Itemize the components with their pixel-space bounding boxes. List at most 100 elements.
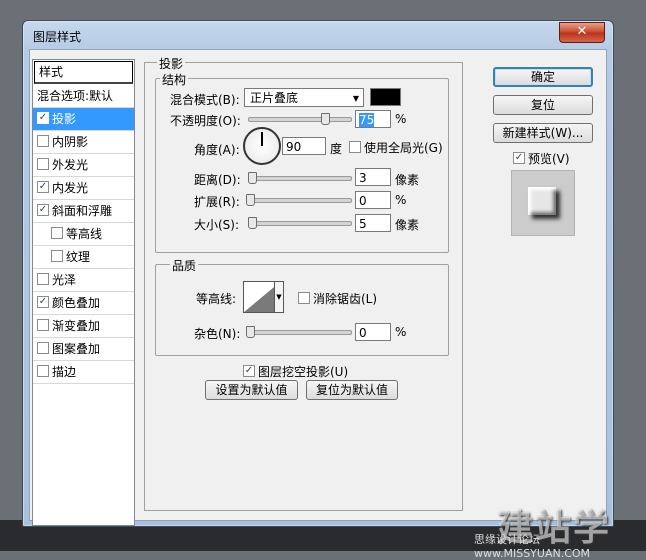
styles-list-header[interactable]: 样式 <box>34 61 133 84</box>
global-light-option[interactable]: 使用全局光(G) <box>349 139 443 156</box>
distance-slider-track[interactable] <box>248 176 352 181</box>
styles-list-item-label: 图案叠加 <box>52 342 101 356</box>
styles-list-item-label: 描边 <box>52 365 77 379</box>
style-preview-thumbnail <box>511 170 575 236</box>
knockout-option[interactable]: 图层挖空投影(U) <box>243 363 348 380</box>
style-checkbox[interactable] <box>37 135 49 147</box>
size-input[interactable]: 5 <box>355 214 391 232</box>
new-style-button[interactable]: 新建样式(W)... <box>493 123 593 143</box>
structure-title: 结构 <box>160 71 189 88</box>
preview-label: 预览(V) <box>528 152 570 166</box>
styles-list-item[interactable]: 投影 <box>33 108 134 131</box>
reset-button[interactable]: 复位 <box>493 95 593 115</box>
anti-alias-option[interactable]: 消除锯齿(L) <box>298 290 377 307</box>
preview-option[interactable]: 预览(V) <box>513 150 570 167</box>
angle-label: 角度(A): <box>194 143 240 157</box>
styles-list-item[interactable]: 纹理 <box>33 246 134 269</box>
noise-input[interactable]: 0 <box>355 323 391 341</box>
make-default-button[interactable]: 设置为默认值 <box>205 380 298 400</box>
ok-button[interactable]: 确定 <box>493 67 593 87</box>
chevron-down-icon: ▼ <box>352 94 359 103</box>
anti-alias-checkbox[interactable] <box>298 292 310 304</box>
blend-mode-value: 正片叠底 <box>250 91 299 105</box>
style-checkbox[interactable] <box>37 342 49 354</box>
distance-input[interactable]: 3 <box>355 168 391 186</box>
reset-default-button[interactable]: 复位为默认值 <box>306 380 398 400</box>
styles-list-items: 混合选项:默认投影内阴影外发光内发光斜面和浮雕等高线纹理光泽颜色叠加渐变叠加图案… <box>33 85 134 384</box>
style-checkbox[interactable] <box>37 296 49 308</box>
size-label: 大小(S): <box>194 218 240 232</box>
styles-list-item-label: 内发光 <box>52 181 89 195</box>
size-slider-track[interactable] <box>248 221 352 226</box>
quality-title: 品质 <box>170 257 199 274</box>
styles-list-item[interactable]: 等高线 <box>33 223 134 246</box>
global-light-label: 使用全局光(G) <box>364 141 443 155</box>
styles-list-item-label: 混合选项:默认 <box>37 89 114 103</box>
styles-list-item-label: 外发光 <box>52 158 89 172</box>
styles-list-item[interactable]: 内发光 <box>33 177 134 200</box>
styles-list-item[interactable]: 斜面和浮雕 <box>33 200 134 223</box>
drop-shadow-panel: 投影 结构 混合模式(B): 正片叠底 ▼ 不透明度(O): 75 % 角度(A… <box>144 55 463 511</box>
styles-list-item[interactable]: 外发光 <box>33 154 134 177</box>
spread-slider-track[interactable] <box>248 198 352 203</box>
spread-input[interactable]: 0 <box>355 191 391 209</box>
blend-mode-select[interactable]: 正片叠底 ▼ <box>244 88 364 107</box>
styles-list-item-label: 纹理 <box>66 250 91 264</box>
opacity-label: 不透明度(O): <box>170 114 241 128</box>
styles-list-item-label: 颜色叠加 <box>52 296 101 310</box>
shadow-color-swatch[interactable] <box>370 88 401 106</box>
styles-list-item-label: 等高线 <box>66 227 103 241</box>
angle-input[interactable]: 90 <box>282 137 326 155</box>
opacity-input[interactable]: 75 <box>355 110 391 128</box>
style-checkbox[interactable] <box>37 365 49 377</box>
distance-slider-handle[interactable] <box>248 172 257 184</box>
style-checkbox[interactable] <box>37 112 49 124</box>
styles-list-item-label: 投影 <box>52 112 77 126</box>
preview-checkbox[interactable] <box>513 152 525 164</box>
style-checkbox[interactable] <box>51 227 63 239</box>
opacity-unit: % <box>395 112 407 126</box>
distance-label: 距离(D): <box>194 173 241 187</box>
contour-dropdown-arrow[interactable]: ▼ <box>274 281 284 313</box>
style-checkbox[interactable] <box>37 158 49 170</box>
styles-list-item-label: 内阴影 <box>52 135 89 149</box>
styles-list-item[interactable]: 内阴影 <box>33 131 134 154</box>
styles-list: 样式 混合选项:默认投影内阴影外发光内发光斜面和浮雕等高线纹理光泽颜色叠加渐变叠… <box>32 59 135 526</box>
styles-list-item[interactable]: 颜色叠加 <box>33 292 134 315</box>
knockout-label: 图层挖空投影(U) <box>258 365 349 379</box>
preview-square <box>528 187 556 215</box>
style-checkbox[interactable] <box>37 181 49 193</box>
opacity-slider-handle[interactable] <box>320 113 330 125</box>
styles-list-item[interactable]: 描边 <box>33 361 134 384</box>
distance-unit: 像素 <box>395 173 420 187</box>
quality-group: 品质 等高线: ▼ 消除锯齿(L) 杂色(N): 0 % <box>155 257 449 356</box>
styles-list-item-label: 斜面和浮雕 <box>52 204 113 218</box>
noise-slider-track[interactable] <box>248 330 352 335</box>
style-checkbox[interactable] <box>37 204 49 216</box>
style-checkbox[interactable] <box>37 273 49 285</box>
angle-dial[interactable] <box>243 127 281 165</box>
styles-list-item[interactable]: 图案叠加 <box>33 338 134 361</box>
blend-mode-label: 混合模式(B): <box>170 93 240 107</box>
spread-label: 扩展(R): <box>194 195 240 209</box>
size-unit: 像素 <box>395 218 420 232</box>
close-button[interactable]: ✕ <box>559 22 605 43</box>
styles-list-item[interactable]: 光泽 <box>33 269 134 292</box>
global-light-checkbox[interactable] <box>349 141 361 153</box>
dialog-client-area: 样式 混合选项:默认投影内阴影外发光内发光斜面和浮雕等高线纹理光泽颜色叠加渐变叠… <box>29 49 607 526</box>
knockout-checkbox[interactable] <box>243 365 255 377</box>
opacity-slider-track[interactable] <box>248 117 352 122</box>
anti-alias-label: 消除锯齿(L) <box>313 292 378 306</box>
style-checkbox[interactable] <box>51 250 63 262</box>
size-slider-handle[interactable] <box>248 217 257 229</box>
watermark-url-text: 思缘设计论坛 www.MISSYUAN.COM <box>474 533 591 560</box>
styles-list-item[interactable]: 渐变叠加 <box>33 315 134 338</box>
structure-group: 结构 混合模式(B): 正片叠底 ▼ 不透明度(O): 75 % 角度(A): … <box>155 71 449 253</box>
section-title: 投影 <box>157 55 186 72</box>
styles-list-item-label: 渐变叠加 <box>52 319 101 333</box>
spread-unit: % <box>395 193 407 207</box>
noise-slider-handle[interactable] <box>246 326 255 338</box>
style-checkbox[interactable] <box>37 319 49 331</box>
styles-list-item[interactable]: 混合选项:默认 <box>33 85 134 108</box>
spread-slider-handle[interactable] <box>246 194 255 206</box>
